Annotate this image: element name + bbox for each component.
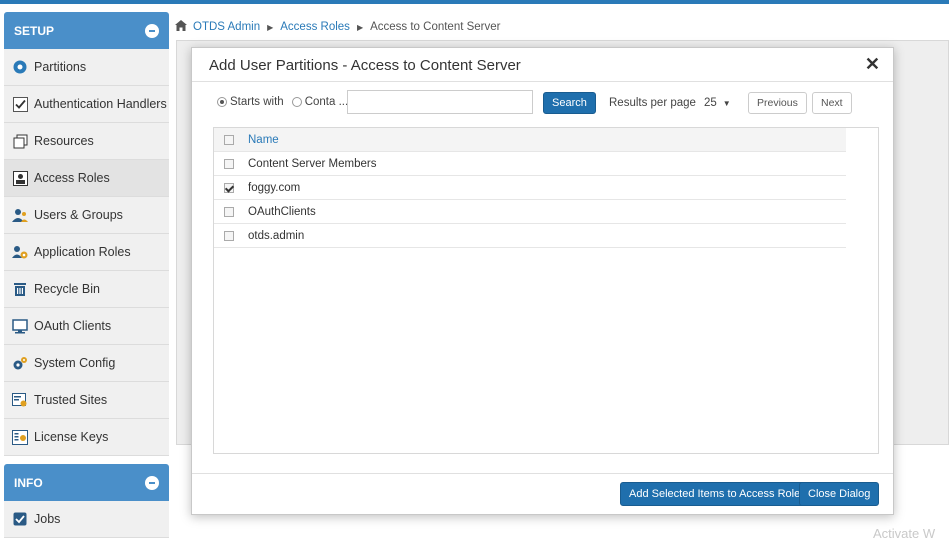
row-checkbox[interactable] <box>224 230 234 241</box>
breadcrumb-otds-admin[interactable]: OTDS Admin <box>193 21 260 33</box>
contains-label: Conta ... <box>304 96 349 108</box>
close-icon[interactable]: ✕ <box>865 54 880 75</box>
sidebar-item-oauth-clients[interactable]: OAuth Clients <box>4 308 169 345</box>
table-row[interactable]: Content Server Members <box>214 152 846 176</box>
sidebar-item-partitions[interactable]: Partitions <box>4 49 169 86</box>
sidebar-item-license-keys[interactable]: License Keys <box>4 419 169 456</box>
table-row[interactable]: OAuthClients <box>214 200 846 224</box>
sidebar-item-trusted-sites[interactable]: Trusted Sites <box>4 382 169 419</box>
results-per-page-select[interactable]: 25 ▼ <box>704 97 731 109</box>
breadcrumb: OTDS Admin ▶ Access Roles ▶ Access to Co… <box>175 17 501 37</box>
dropdown-caret-icon: ▼ <box>722 98 731 108</box>
starts-with-label: Starts with <box>230 96 284 108</box>
sidebar-item-label: License Keys <box>34 430 109 444</box>
sidebar-item-label: Users & Groups <box>34 208 123 222</box>
sidebar-item-label: Recycle Bin <box>34 282 100 296</box>
add-selected-button[interactable]: Add Selected Items to Access Role <box>620 482 810 506</box>
select-all-checkbox[interactable] <box>224 134 234 145</box>
collapse-icon[interactable] <box>145 475 159 490</box>
gears-icon <box>12 355 28 371</box>
sidebar-item-label: System Config <box>34 356 116 370</box>
add-user-partitions-dialog: Add User Partitions - Access to Content … <box>191 47 894 515</box>
monitor-icon <box>12 318 28 334</box>
results-per-page: Results per page 25 ▼ <box>609 92 731 114</box>
next-button[interactable]: Next <box>812 92 852 114</box>
row-name: OAuthClients <box>248 205 316 218</box>
search-button[interactable]: Search <box>543 92 596 114</box>
table-header-row: Name <box>214 128 846 152</box>
sidebar-item-application-roles[interactable]: Application Roles <box>4 234 169 271</box>
sidebar-item-label: Trusted Sites <box>34 393 108 407</box>
collapse-icon[interactable] <box>145 23 159 38</box>
sidebar-item-label: Authentication Handlers <box>34 97 167 111</box>
trusted-sites-icon <box>12 392 28 408</box>
breadcrumb-access-roles[interactable]: Access Roles <box>280 21 350 33</box>
sidebar-item-users-groups[interactable]: Users & Groups <box>4 197 169 234</box>
results-table: Name Content Server Members foggy.com OA… <box>214 128 846 248</box>
row-name: Content Server Members <box>248 157 377 170</box>
setup-header[interactable]: SETUP <box>4 12 169 49</box>
previous-button[interactable]: Previous <box>748 92 807 114</box>
starts-with-radio[interactable] <box>217 97 227 107</box>
breadcrumb-separator-icon: ▶ <box>267 22 274 32</box>
sidebar-item-jobs[interactable]: Jobs <box>4 501 169 538</box>
sidebar-item-system-config[interactable]: System Config <box>4 345 169 382</box>
table-row[interactable]: otds.admin <box>214 224 846 248</box>
access-roles-icon <box>12 170 28 186</box>
close-dialog-button[interactable]: Close Dialog <box>799 482 880 506</box>
home-icon[interactable] <box>175 20 187 34</box>
info-header[interactable]: INFO <box>4 464 169 501</box>
sidebar-item-recycle-bin[interactable]: Recycle Bin <box>4 271 169 308</box>
row-name: foggy.com <box>248 181 301 194</box>
column-header-name[interactable]: Name <box>248 134 279 146</box>
sidebar: SETUP Partitions Authentication Handlers… <box>4 12 169 538</box>
row-name: otds.admin <box>248 229 305 242</box>
sidebar-item-resources[interactable]: Resources <box>4 123 169 160</box>
divider <box>192 81 893 82</box>
sidebar-item-label: Application Roles <box>34 245 131 259</box>
jobs-icon <box>12 511 28 527</box>
sidebar-item-label: Resources <box>34 134 94 148</box>
row-checkbox[interactable] <box>224 158 234 169</box>
row-checkbox[interactable] <box>224 206 234 217</box>
dialog-title: Add User Partitions - Access to Content … <box>209 57 521 74</box>
table-row[interactable]: foggy.com <box>214 176 846 200</box>
trash-icon <box>12 281 28 297</box>
breadcrumb-current: Access to Content Server <box>370 21 501 33</box>
app-roles-icon <box>12 244 28 260</box>
results-per-page-label: Results per page <box>609 97 696 109</box>
top-accent-bar <box>0 0 949 4</box>
setup-title: SETUP <box>14 23 55 38</box>
info-title: INFO <box>14 475 43 490</box>
sidebar-item-label: Partitions <box>34 60 87 74</box>
row-checkbox[interactable] <box>224 182 234 193</box>
sidebar-item-label: Access Roles <box>34 171 110 185</box>
divider <box>192 473 893 474</box>
sidebar-item-label: OAuth Clients <box>34 319 112 333</box>
users-icon <box>12 207 28 223</box>
search-input[interactable] <box>347 90 533 114</box>
filter-options: Starts with Conta ... <box>217 90 356 114</box>
results-list: Name Content Server Members foggy.com OA… <box>213 127 879 454</box>
contains-radio[interactable] <box>291 97 302 107</box>
resources-icon <box>12 133 28 149</box>
sidebar-item-access-roles[interactable]: Access Roles <box>4 160 169 197</box>
partitions-icon <box>12 59 28 75</box>
results-per-page-value: 25 <box>703 97 717 109</box>
checkbox-icon <box>12 96 28 112</box>
sidebar-item-label: Jobs <box>34 512 61 526</box>
sidebar-item-authentication-handlers[interactable]: Authentication Handlers <box>4 86 169 123</box>
license-icon <box>12 429 28 445</box>
breadcrumb-separator-icon: ▶ <box>356 22 364 32</box>
